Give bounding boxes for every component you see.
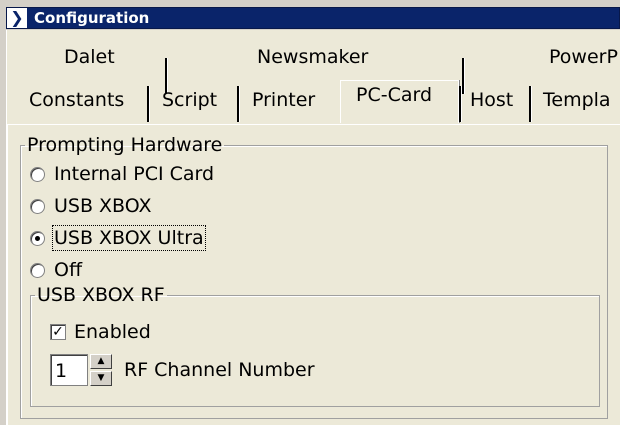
configuration-window: Dalet Newsmaker PowerP Constants Script …	[6, 30, 620, 425]
usb-xbox-rf-group: USB XBOX RF	[30, 285, 600, 407]
tab-script[interactable]: Script	[162, 89, 217, 111]
prompting-hardware-legend: Prompting Hardware	[27, 134, 223, 156]
chevron-right-icon: ❯	[7, 8, 27, 28]
enabled-label: Enabled	[74, 321, 151, 343]
tab-newsmaker[interactable]: Newsmaker	[257, 46, 368, 68]
radio-off[interactable]: Off	[30, 259, 82, 281]
rf-channel-label: RF Channel Number	[124, 359, 315, 381]
tab-constants[interactable]: Constants	[29, 89, 124, 111]
tab-templa[interactable]: Templa	[543, 89, 611, 111]
window-title: Configuration	[34, 9, 150, 27]
tab-divider	[237, 86, 240, 122]
tab-divider	[529, 86, 532, 122]
radio-button[interactable]	[30, 262, 45, 278]
pc-card-panel: Prompting Hardware Internal PCI Card USB…	[7, 124, 620, 425]
tab-divider	[147, 86, 150, 122]
tab-pc-card[interactable]: PC-Card	[356, 84, 432, 106]
spin-up-icon[interactable]: ▲	[90, 354, 112, 369]
radio-label: Off	[54, 259, 83, 281]
tab-row-front: Constants Script Printer PC-Card Host Te…	[7, 80, 620, 123]
radio-button[interactable]	[30, 230, 45, 246]
tab-powerp[interactable]: PowerP	[549, 46, 618, 68]
usb-xbox-rf-legend: USB XBOX RF	[37, 284, 165, 306]
radio-label: USB XBOX	[54, 195, 152, 217]
tab-host[interactable]: Host	[470, 89, 513, 111]
tab-dalet[interactable]: Dalet	[64, 46, 115, 68]
rf-channel-input[interactable]: 1	[50, 354, 88, 386]
spin-down-icon[interactable]: ▼	[90, 371, 112, 386]
radio-label: Internal PCI Card	[54, 163, 215, 185]
radio-usb-xbox-ultra[interactable]: USB XBOX Ultra	[30, 225, 206, 251]
tab-row-back: Dalet Newsmaker PowerP	[7, 46, 620, 94]
radio-button[interactable]	[30, 198, 45, 214]
radio-label: USB XBOX Ultra	[52, 225, 206, 251]
enabled-checkbox-row[interactable]: ✓ Enabled	[50, 321, 151, 343]
tab-printer[interactable]: Printer	[252, 89, 315, 111]
rf-channel-stepper[interactable]: ▲ ▼	[90, 354, 112, 386]
title-bar: ❯ Configuration	[6, 7, 620, 29]
radio-usb-xbox[interactable]: USB XBOX	[30, 195, 152, 217]
radio-button[interactable]	[30, 166, 45, 182]
radio-internal-pci-card[interactable]: Internal PCI Card	[30, 163, 214, 185]
enabled-checkbox[interactable]: ✓	[50, 324, 66, 340]
tab-divider	[459, 86, 462, 122]
